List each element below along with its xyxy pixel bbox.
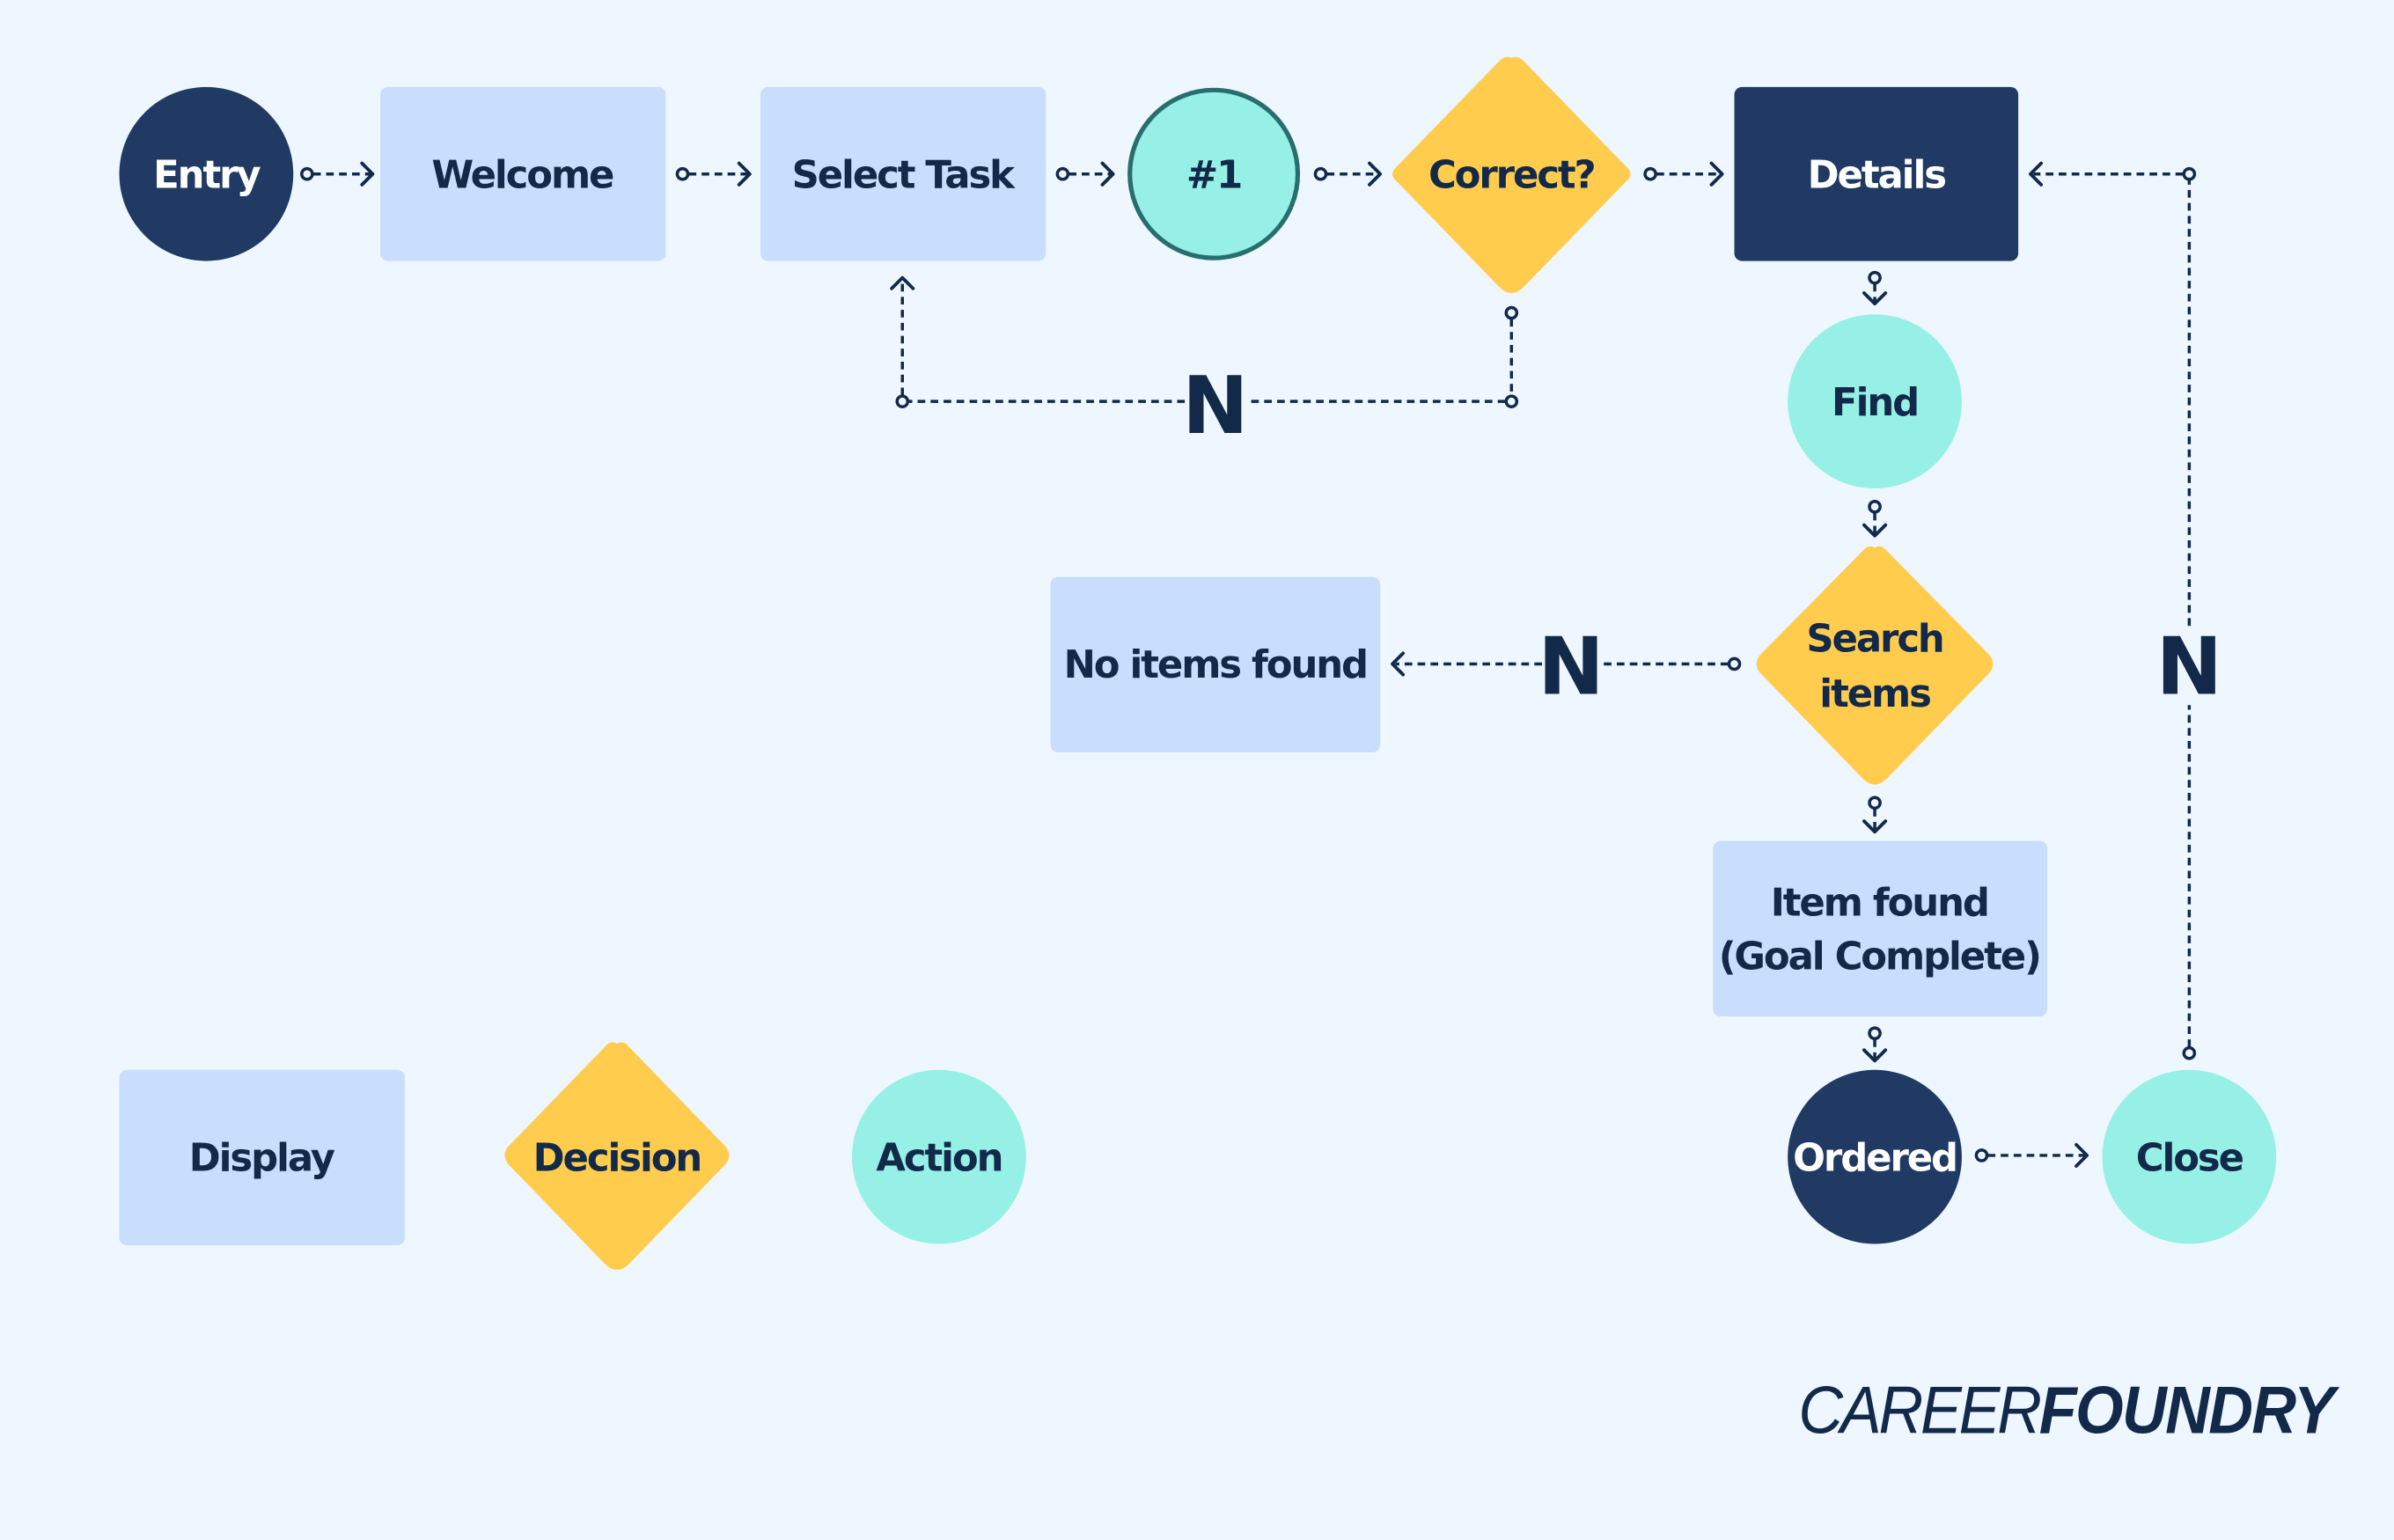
node-details[interactable]: Details <box>1734 86 2019 261</box>
legend-action: Action <box>852 1069 1026 1244</box>
node-ordered[interactable]: Ordered <box>1788 1069 1962 1244</box>
node-find[interactable]: Find <box>1788 314 1962 489</box>
node-item-found-label-line1: Item found <box>1771 882 1988 926</box>
legend-display: Display <box>119 1069 405 1246</box>
node-step1[interactable]: #1 <box>1127 87 1301 260</box>
legend-action-label: Action <box>876 1136 1002 1180</box>
careerfoundry-logo: CAREERFOUNDRY <box>1798 1373 2341 1448</box>
edge-label-close-no: N <box>2156 620 2222 713</box>
node-welcome[interactable]: Welcome <box>380 86 666 261</box>
node-select-task-label: Select Task <box>792 153 1017 197</box>
display-shape <box>1713 840 2048 1017</box>
logo-part-career: CAREER <box>1798 1373 2040 1448</box>
node-details-label: Details <box>1808 153 1946 197</box>
logo-part-foundry: FOUNDRY <box>2039 1373 2340 1448</box>
node-close[interactable]: Close <box>2102 1069 2277 1244</box>
node-step1-label: #1 <box>1186 153 1241 197</box>
user-flow-diagram: N N N Entry Welcome Select Task #1 Corre… <box>0 0 2394 1540</box>
legend-display-label: Display <box>189 1136 335 1180</box>
node-search-items-label-line1: Search <box>1806 618 1942 662</box>
node-ordered-label: Ordered <box>1793 1136 1957 1180</box>
node-no-items-found-label: No items found <box>1064 643 1367 687</box>
node-correct-label: Correct? <box>1428 153 1595 197</box>
node-entry-label: Entry <box>153 153 261 197</box>
logo-text: CAREERFOUNDRY <box>1798 1373 2339 1448</box>
node-select-task[interactable]: Select Task <box>760 86 1046 261</box>
edge-label-correct-no: N <box>1182 360 1248 452</box>
node-search-items-label-line2: items <box>1819 672 1930 716</box>
node-welcome-label: Welcome <box>431 153 613 197</box>
legend-decision-label: Decision <box>533 1136 701 1180</box>
edge-label-search-no: N <box>1538 620 1604 713</box>
node-item-found[interactable]: Item found (Goal Complete) <box>1713 840 2048 1017</box>
node-no-items-found[interactable]: No items found <box>1050 576 1381 753</box>
node-close-label: Close <box>2136 1136 2243 1180</box>
node-find-label: Find <box>1832 381 1918 425</box>
node-item-found-label-line2: (Goal Complete) <box>1719 935 2040 979</box>
node-entry[interactable]: Entry <box>119 86 294 261</box>
